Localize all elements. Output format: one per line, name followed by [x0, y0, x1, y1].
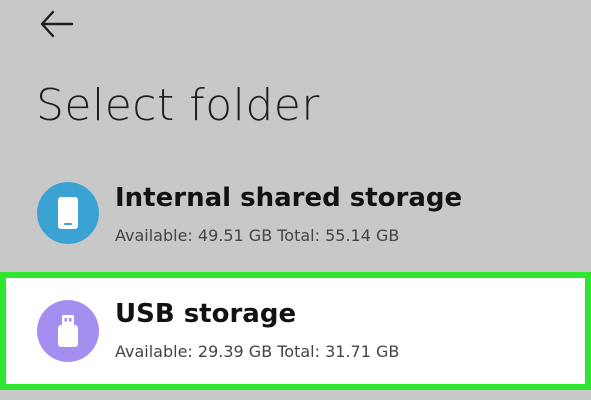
arrow-left-icon: [40, 10, 74, 38]
back-button[interactable]: [36, 6, 76, 42]
storage-item-internal[interactable]: Internal shared storage Available: 49.51…: [0, 168, 591, 268]
usb-drive-icon: [58, 315, 78, 347]
storage-item-details: Available: 49.51 GB Total: 55.14 GB: [115, 226, 400, 245]
storage-item-name: USB storage: [115, 299, 297, 329]
bottom-divider: [0, 390, 591, 400]
page-title: Select folder: [36, 80, 320, 131]
internal-storage-icon-circle: [37, 182, 99, 244]
storage-item-name: Internal shared storage: [115, 183, 463, 213]
storage-item-usb[interactable]: USB storage Available: 29.39 GB Total: 3…: [0, 272, 591, 390]
usb-storage-icon-circle: [37, 300, 99, 362]
storage-item-details: Available: 29.39 GB Total: 31.71 GB: [115, 342, 400, 361]
phone-icon: [58, 197, 78, 229]
